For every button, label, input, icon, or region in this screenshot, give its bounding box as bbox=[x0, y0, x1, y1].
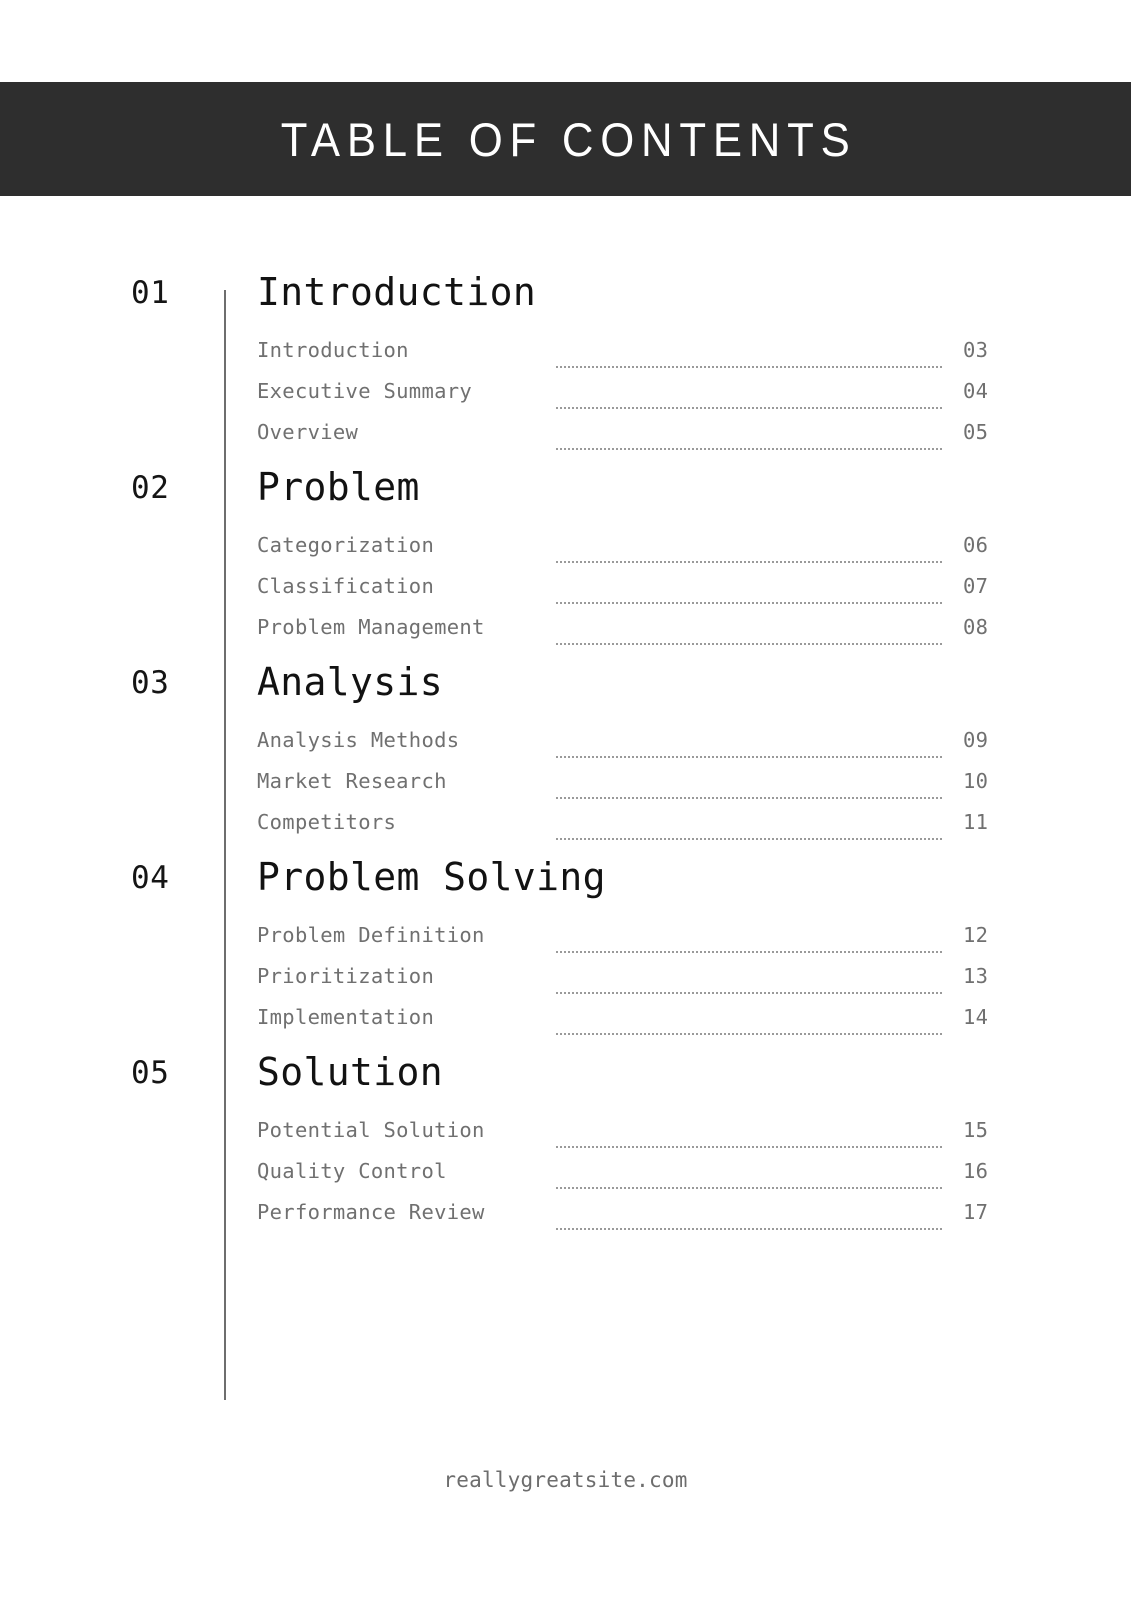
table-of-contents: 01 Introduction Introduction 03 Executive Su… bbox=[0, 270, 1131, 1400]
toc-entry-label: Competitors bbox=[257, 810, 397, 834]
toc-entry-label: Categorization bbox=[257, 533, 435, 557]
dot-leader bbox=[556, 1226, 942, 1230]
dot-leader bbox=[556, 1031, 942, 1035]
dot-leader bbox=[556, 1185, 942, 1189]
toc-entry-page-number: 09 bbox=[963, 728, 989, 752]
toc-entry-label: Implementation bbox=[257, 1005, 435, 1029]
toc-section-title[interactable]: Solution bbox=[257, 1051, 443, 1094]
dot-leader bbox=[556, 754, 942, 758]
toc-entry-label: Performance Review bbox=[257, 1200, 485, 1224]
toc-entry-page-number: 07 bbox=[963, 574, 989, 598]
toc-entry-label: Quality Control bbox=[257, 1159, 447, 1183]
toc-entry-label: Problem Management bbox=[257, 615, 485, 639]
toc-entry[interactable]: Introduction 03 bbox=[0, 334, 1131, 375]
toc-subitems: Introduction 03 Executive Summary 04 Overvie… bbox=[0, 332, 1131, 457]
toc-section-header[interactable]: 02 Problem bbox=[0, 465, 1131, 527]
toc-entry-page-number: 06 bbox=[963, 533, 989, 557]
toc-subitems: Potential Solution 15 Quality Control 16 Per… bbox=[0, 1112, 1131, 1237]
toc-entry-label: Prioritization bbox=[257, 964, 435, 988]
toc-entry[interactable]: Prioritization 13 bbox=[0, 960, 1131, 1001]
toc-entry[interactable]: Potential Solution 15 bbox=[0, 1114, 1131, 1155]
toc-section-header[interactable]: 03 Analysis bbox=[0, 660, 1131, 722]
toc-entry-label: Classification bbox=[257, 574, 435, 598]
toc-entry[interactable]: Problem Definition 12 bbox=[0, 919, 1131, 960]
toc-entry-label: Overview bbox=[257, 420, 359, 444]
toc-entry-page-number: 14 bbox=[963, 1005, 989, 1029]
toc-entry-page-number: 10 bbox=[963, 769, 989, 793]
toc-section-number: 02 bbox=[131, 470, 170, 506]
toc-entry-page-number: 05 bbox=[963, 420, 989, 444]
sections-container: 01 Introduction Introduction 03 Executive Su… bbox=[0, 270, 1131, 1245]
toc-entry[interactable]: Problem Management 08 bbox=[0, 611, 1131, 652]
toc-entry[interactable]: Categorization 06 bbox=[0, 529, 1131, 570]
toc-section-title[interactable]: Problem Solving bbox=[257, 856, 606, 899]
toc-entry-page-number: 03 bbox=[963, 338, 989, 362]
toc-section-header[interactable]: 05 Solution bbox=[0, 1050, 1131, 1112]
toc-entry[interactable]: Market Research 10 bbox=[0, 765, 1131, 806]
toc-entry-label: Potential Solution bbox=[257, 1118, 485, 1142]
dot-leader bbox=[556, 405, 942, 409]
toc-entry-page-number: 11 bbox=[963, 810, 989, 834]
toc-entry-page-number: 17 bbox=[963, 1200, 989, 1224]
toc-entry-label: Problem Definition bbox=[257, 923, 485, 947]
toc-entry-page-number: 04 bbox=[963, 379, 989, 403]
toc-section-title[interactable]: Analysis bbox=[257, 661, 443, 704]
toc-entry-label: Executive Summary bbox=[257, 379, 473, 403]
page-title: TABLE OF CONTENTS bbox=[280, 112, 857, 166]
dot-leader bbox=[556, 795, 942, 799]
toc-section-title[interactable]: Introduction bbox=[257, 271, 536, 314]
toc-entry[interactable]: Analysis Methods 09 bbox=[0, 724, 1131, 765]
dot-leader bbox=[556, 836, 942, 840]
toc-entry[interactable]: Performance Review 17 bbox=[0, 1196, 1131, 1237]
dot-leader bbox=[556, 1144, 942, 1148]
toc-entry-page-number: 16 bbox=[963, 1159, 989, 1183]
toc-entry-label: Market Research bbox=[257, 769, 447, 793]
dot-leader bbox=[556, 559, 942, 563]
toc-entry-label: Analysis Methods bbox=[257, 728, 460, 752]
toc-entry-label: Introduction bbox=[257, 338, 409, 362]
toc-section: 01 Introduction Introduction 03 Executive Su… bbox=[0, 270, 1131, 465]
dot-leader bbox=[556, 990, 942, 994]
header-bar: TABLE OF CONTENTS bbox=[0, 82, 1131, 196]
toc-entry[interactable]: Executive Summary 04 bbox=[0, 375, 1131, 416]
toc-subitems: Problem Definition 12 Prioritization 13 Impl… bbox=[0, 917, 1131, 1042]
toc-subitems: Analysis Methods 09 Market Research 10 Compe… bbox=[0, 722, 1131, 847]
toc-entry-page-number: 12 bbox=[963, 923, 989, 947]
toc-section-header[interactable]: 04 Problem Solving bbox=[0, 855, 1131, 917]
toc-subitems: Categorization 06 Classification 07 Problem … bbox=[0, 527, 1131, 652]
toc-entry-page-number: 15 bbox=[963, 1118, 989, 1142]
toc-section-number: 05 bbox=[131, 1055, 170, 1091]
toc-entry-page-number: 13 bbox=[963, 964, 989, 988]
toc-section-header[interactable]: 01 Introduction bbox=[0, 270, 1131, 332]
toc-section: 04 Problem Solving Problem Definition 12 Pri… bbox=[0, 855, 1131, 1050]
footer: reallygreatsite.com bbox=[0, 1468, 1131, 1492]
toc-entry[interactable]: Classification 07 bbox=[0, 570, 1131, 611]
dot-leader bbox=[556, 364, 942, 368]
toc-section: 03 Analysis Analysis Methods 09 Market Resea… bbox=[0, 660, 1131, 855]
dot-leader bbox=[556, 949, 942, 953]
dot-leader bbox=[556, 446, 942, 450]
toc-section-number: 04 bbox=[131, 860, 170, 896]
toc-section-number: 01 bbox=[131, 275, 170, 311]
toc-section-number: 03 bbox=[131, 665, 170, 701]
toc-entry[interactable]: Competitors 11 bbox=[0, 806, 1131, 847]
toc-section: 05 Solution Potential Solution 15 Quality Co… bbox=[0, 1050, 1131, 1245]
toc-entry[interactable]: Implementation 14 bbox=[0, 1001, 1131, 1042]
dot-leader bbox=[556, 600, 942, 604]
dot-leader bbox=[556, 641, 942, 645]
footer-website: reallygreatsite.com bbox=[443, 1468, 688, 1492]
toc-entry[interactable]: Quality Control 16 bbox=[0, 1155, 1131, 1196]
toc-entry[interactable]: Overview 05 bbox=[0, 416, 1131, 457]
toc-section: 02 Problem Categorization 06 Classification 0… bbox=[0, 465, 1131, 660]
toc-section-title[interactable]: Problem bbox=[257, 466, 420, 509]
toc-entry-page-number: 08 bbox=[963, 615, 989, 639]
